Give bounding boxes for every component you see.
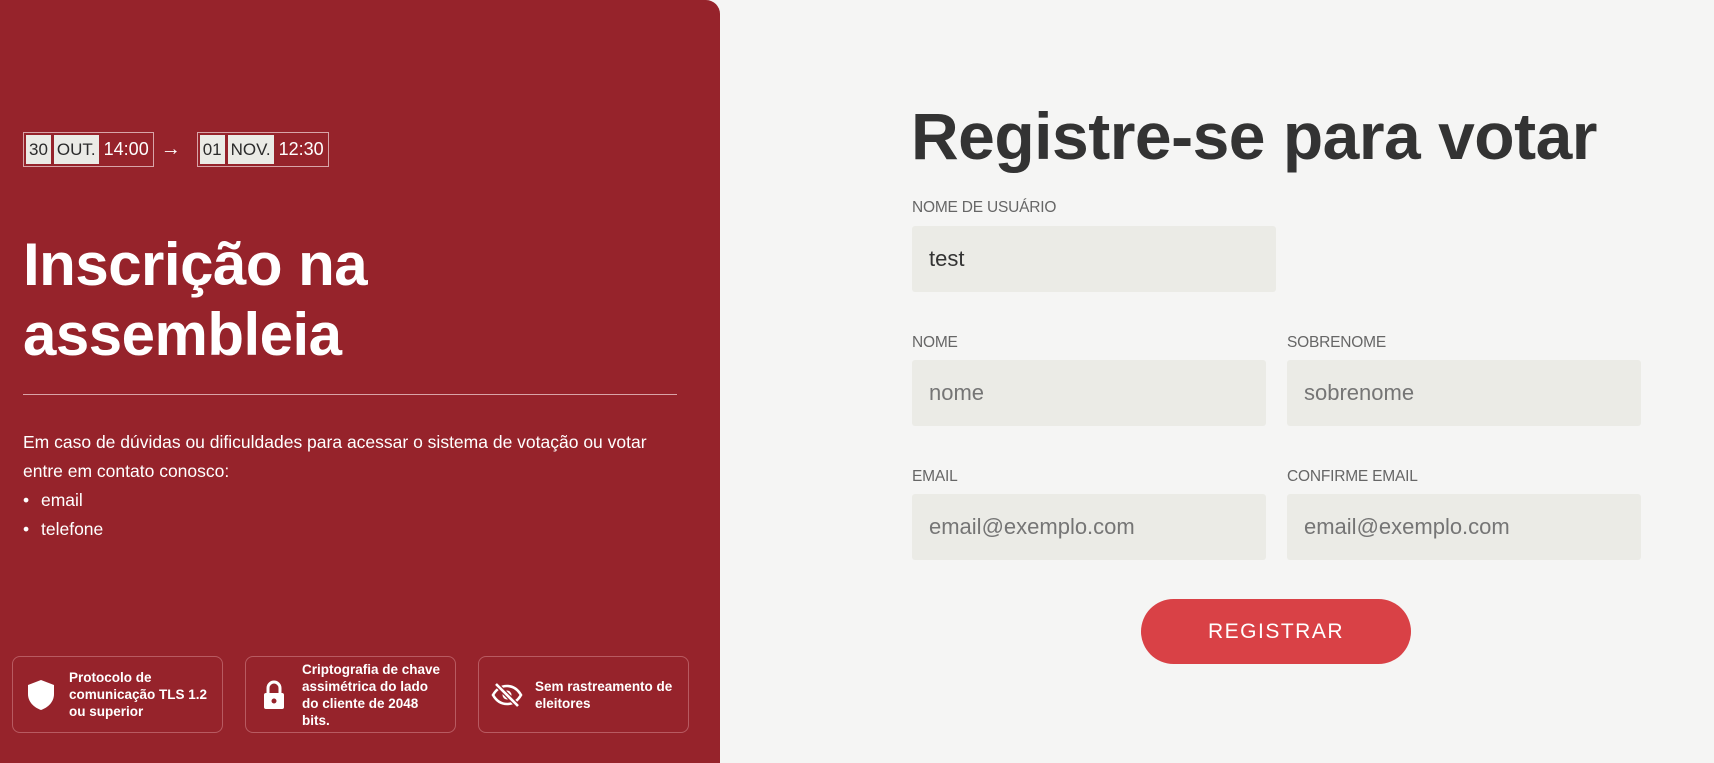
- email-input[interactable]: [912, 494, 1266, 560]
- last-name-input[interactable]: [1287, 360, 1641, 426]
- end-date: 01 NOV. 12:30: [196, 132, 329, 167]
- event-date-range: 30 OUT. 14:00 → 01 NOV. 12:30: [23, 132, 329, 167]
- form-title: Registre-se para votar: [911, 99, 1597, 173]
- contact-email: email: [23, 486, 103, 515]
- info-panel: 30 OUT. 14:00 → 01 NOV. 12:30 Inscrição …: [0, 0, 720, 763]
- email-label: EMAIL: [912, 468, 958, 485]
- help-text: Em caso de dúvidas ou dificuldades para …: [23, 432, 647, 481]
- lock-icon: [258, 679, 290, 711]
- first-name-input[interactable]: [912, 360, 1266, 426]
- start-date: 30 OUT. 14:00: [23, 132, 154, 167]
- confirm-email-input[interactable]: [1287, 494, 1641, 560]
- title-line-2: assembleia: [23, 301, 342, 368]
- badge-crypto-text: Criptografia de chave assimétrica do lad…: [302, 661, 441, 728]
- end-time: 12:30: [278, 139, 324, 159]
- last-name-label: SOBRENOME: [1287, 334, 1386, 351]
- username-label: NOME DE USUÁRIO: [912, 199, 1057, 216]
- security-badges: Protocolo de comunicação TLS 1.2 ou supe…: [12, 656, 689, 733]
- assembly-title: Inscrição na assembleia: [23, 230, 623, 370]
- contact-phone: telefone: [23, 515, 103, 544]
- badge-tracking-text: Sem rastreamento de eleitores: [535, 678, 673, 711]
- badge-tls-text: Protocolo de comunicação TLS 1.2 ou supe…: [69, 670, 208, 719]
- title-line-1: Inscrição na: [23, 231, 368, 298]
- start-month: OUT.: [53, 135, 99, 164]
- contact-list: email telefone: [23, 486, 103, 544]
- confirm-email-label: CONFIRME EMAIL: [1287, 468, 1418, 485]
- start-time: 14:00: [103, 139, 149, 159]
- arrow-right-icon: →: [160, 138, 181, 160]
- eye-off-icon: [491, 679, 523, 711]
- badge-crypto: Criptografia de chave assimétrica do lad…: [245, 656, 456, 733]
- divider: [23, 394, 677, 395]
- register-button[interactable]: REGISTRAR: [1141, 599, 1411, 664]
- end-day: 01: [199, 135, 225, 164]
- shield-icon: [25, 679, 57, 711]
- badge-tracking: Sem rastreamento de eleitores: [478, 656, 689, 733]
- username-input[interactable]: [912, 226, 1276, 292]
- badge-tls: Protocolo de comunicação TLS 1.2 ou supe…: [12, 656, 223, 733]
- end-month: NOV.: [227, 135, 274, 164]
- first-name-label: NOME: [912, 334, 958, 351]
- start-day: 30: [26, 135, 51, 164]
